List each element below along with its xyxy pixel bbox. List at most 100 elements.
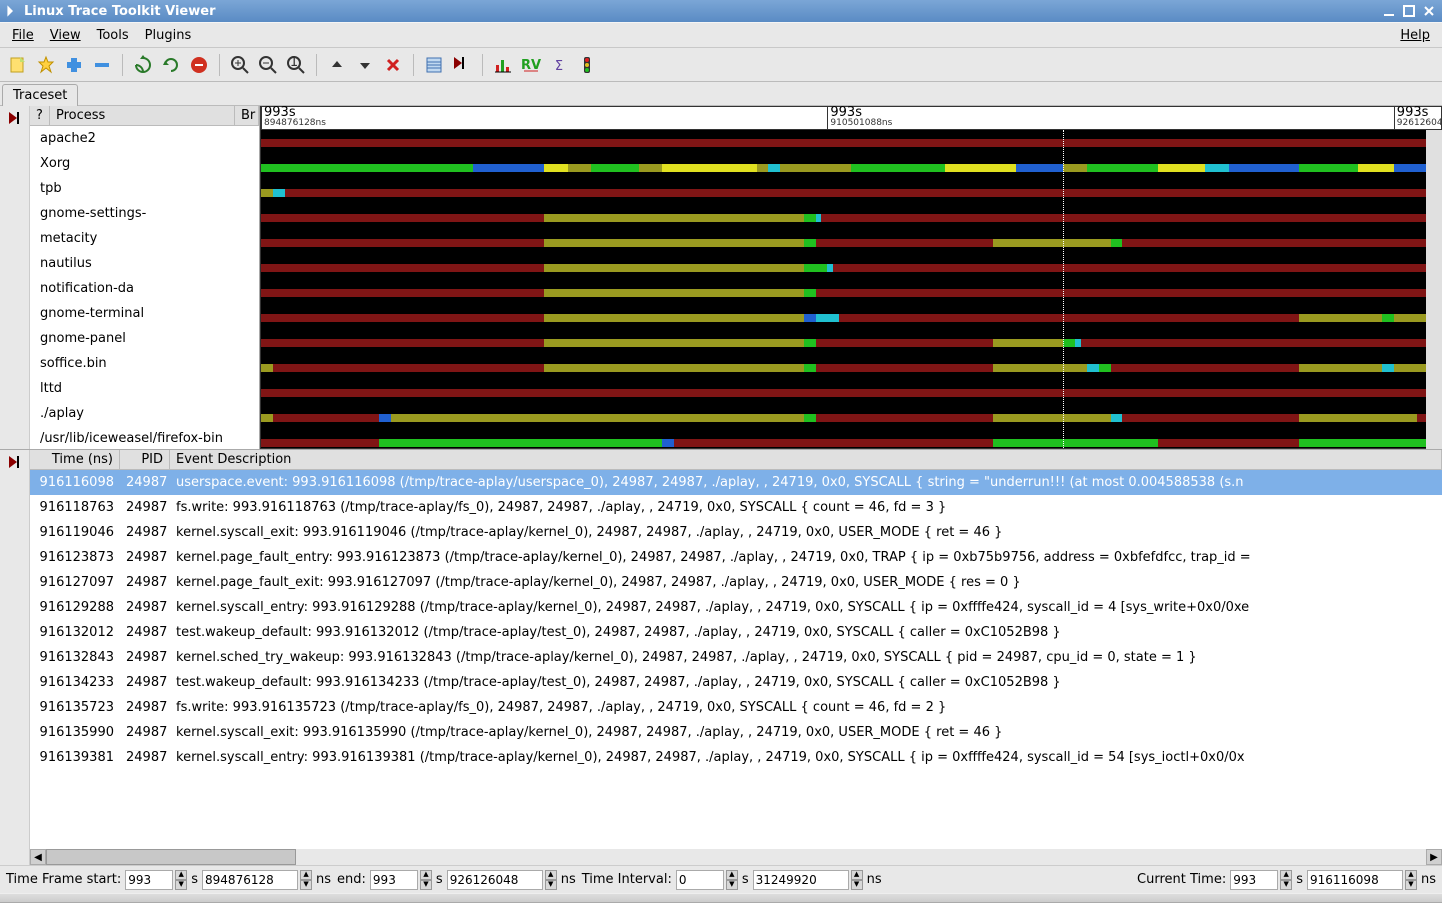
- remove-trace-icon[interactable]: [90, 53, 114, 77]
- spin-control[interactable]: ▲▼: [175, 870, 187, 890]
- redo-refresh-icon[interactable]: [159, 53, 183, 77]
- resize-grip[interactable]: [0, 893, 1442, 903]
- scroll-left-icon[interactable]: ◀: [30, 849, 46, 865]
- process-row[interactable]: ./aplay: [30, 401, 259, 426]
- window-maximize-button[interactable]: [1400, 3, 1418, 19]
- up-icon[interactable]: [325, 53, 349, 77]
- spin-control[interactable]: ▲▼: [726, 870, 738, 890]
- process-row[interactable]: notification-da: [30, 276, 259, 301]
- timeline-track[interactable]: [261, 280, 1441, 305]
- event-row[interactable]: 91612709724987kernel.page_fault_exit: 99…: [30, 570, 1442, 595]
- process-row[interactable]: apache2: [30, 126, 259, 151]
- scroll-right-icon[interactable]: ▶: [1426, 849, 1442, 865]
- timeline-track[interactable]: [261, 130, 1441, 155]
- menu-plugins[interactable]: Plugins: [137, 25, 200, 46]
- zoom-fit-icon[interactable]: 1: [284, 53, 308, 77]
- event-row[interactable]: 91612387324987kernel.page_fault_entry: 9…: [30, 545, 1442, 570]
- timeline-track[interactable]: [261, 255, 1441, 280]
- timeline-track[interactable]: [261, 180, 1441, 205]
- interval-sec-input[interactable]: [676, 870, 724, 890]
- process-row[interactable]: soffice.bin: [30, 351, 259, 376]
- event-row[interactable]: 91613572324987fs.write: 993.916135723 (/…: [30, 695, 1442, 720]
- sum-icon[interactable]: Σ: [547, 53, 571, 77]
- timeline-track[interactable]: [261, 405, 1441, 430]
- process-col-name[interactable]: Process: [50, 106, 235, 125]
- time-cursor[interactable]: [1063, 130, 1064, 448]
- scroll-thumb[interactable]: [46, 849, 296, 865]
- event-col-time[interactable]: Time (ns): [30, 450, 120, 469]
- menu-help[interactable]: Help: [1392, 25, 1438, 46]
- histogram-red-icon[interactable]: [491, 53, 515, 77]
- timeline-track[interactable]: [261, 155, 1441, 180]
- stop-icon[interactable]: [187, 53, 211, 77]
- window-minimize-button[interactable]: [1380, 3, 1398, 19]
- spin-control[interactable]: ▲▼: [1405, 870, 1417, 890]
- menu-tools[interactable]: Tools: [89, 25, 137, 46]
- event-col-desc[interactable]: Event Description: [170, 450, 1442, 469]
- spin-control[interactable]: ▲▼: [420, 870, 432, 890]
- menu-file[interactable]: File: [4, 25, 42, 46]
- spin-control[interactable]: ▲▼: [545, 870, 557, 890]
- process-col-br[interactable]: Br: [235, 106, 259, 125]
- timeline-track[interactable]: [261, 305, 1441, 330]
- spin-control[interactable]: ▲▼: [1280, 870, 1292, 890]
- refresh-icon[interactable]: [131, 53, 155, 77]
- process-row[interactable]: gnome-settings-: [30, 201, 259, 226]
- current-ns-input[interactable]: [1307, 870, 1403, 890]
- timeline-vscroll[interactable]: [1426, 130, 1442, 449]
- current-sec-input[interactable]: [1230, 870, 1278, 890]
- frame-end-ns-input[interactable]: [447, 870, 543, 890]
- delete-view-icon[interactable]: [381, 53, 405, 77]
- process-row[interactable]: metacity: [30, 226, 259, 251]
- process-row[interactable]: /usr/lib/iceweasel/firefox-bin: [30, 426, 259, 449]
- timeline-tracks[interactable]: [260, 130, 1442, 449]
- event-row[interactable]: 91612928824987kernel.syscall_entry: 993.…: [30, 595, 1442, 620]
- window-close-button[interactable]: [1420, 3, 1438, 19]
- timeline-track[interactable]: [261, 355, 1441, 380]
- process-row[interactable]: lttd: [30, 376, 259, 401]
- process-row[interactable]: nautilus: [30, 251, 259, 276]
- interval-ns-input[interactable]: [753, 870, 849, 890]
- frame-start-sec-input[interactable]: [125, 870, 173, 890]
- timeline-track[interactable]: [261, 430, 1441, 449]
- event-row[interactable]: 91613423324987test.wakeup_default: 993.9…: [30, 670, 1442, 695]
- event-pid: 24987: [120, 520, 170, 545]
- process-row[interactable]: gnome-terminal: [30, 301, 259, 326]
- process-row[interactable]: tpb: [30, 176, 259, 201]
- process-row[interactable]: Xorg: [30, 151, 259, 176]
- zoom-in-icon[interactable]: [228, 53, 252, 77]
- frame-end-sec-input[interactable]: [370, 870, 418, 890]
- event-col-pid[interactable]: PID: [120, 450, 170, 469]
- timeline-track[interactable]: [261, 230, 1441, 255]
- open-trace-icon[interactable]: [62, 53, 86, 77]
- histogram-green-icon[interactable]: RV: [519, 53, 543, 77]
- detail-view-icon[interactable]: [422, 53, 446, 77]
- event-row[interactable]: 91611904624987kernel.syscall_exit: 993.9…: [30, 520, 1442, 545]
- window-collapse-button[interactable]: [6, 3, 20, 19]
- process-row[interactable]: gnome-panel: [30, 326, 259, 351]
- event-row[interactable]: 91613938124987kernel.syscall_entry: 993.…: [30, 745, 1442, 770]
- tab-traceset[interactable]: Traceset: [2, 84, 78, 106]
- down-icon[interactable]: [353, 53, 377, 77]
- add-trace-icon[interactable]: [34, 53, 58, 77]
- timeline-track[interactable]: [261, 330, 1441, 355]
- process-col-q[interactable]: ?: [30, 106, 50, 125]
- timeline-track[interactable]: [261, 380, 1441, 405]
- event-hscroll[interactable]: ◀ ▶: [30, 849, 1442, 865]
- timeline-track[interactable]: [261, 205, 1441, 230]
- event-row[interactable]: 91613201224987test.wakeup_default: 993.9…: [30, 620, 1442, 645]
- event-row[interactable]: 91613599024987kernel.syscall_exit: 993.9…: [30, 720, 1442, 745]
- event-view-icon[interactable]: [450, 53, 474, 77]
- time-ruler[interactable]: 993s894876128ns993s910501088ns993s926126…: [260, 106, 1442, 130]
- spin-control[interactable]: ▲▼: [851, 870, 863, 890]
- event-row[interactable]: 91613284324987kernel.sched_try_wakeup: 9…: [30, 645, 1442, 670]
- menu-view[interactable]: View: [42, 25, 89, 46]
- event-row[interactable]: 91611609824987userspace.event: 993.91611…: [30, 470, 1442, 495]
- traffic-light-icon[interactable]: [575, 53, 599, 77]
- frame-start-ns-input[interactable]: [202, 870, 298, 890]
- event-row[interactable]: 91611876324987fs.write: 993.916118763 (/…: [30, 495, 1442, 520]
- zoom-out-icon[interactable]: [256, 53, 280, 77]
- new-trace-icon[interactable]: [6, 53, 30, 77]
- timeline-view[interactable]: 993s894876128ns993s910501088ns993s926126…: [260, 106, 1442, 449]
- spin-control[interactable]: ▲▼: [300, 870, 312, 890]
